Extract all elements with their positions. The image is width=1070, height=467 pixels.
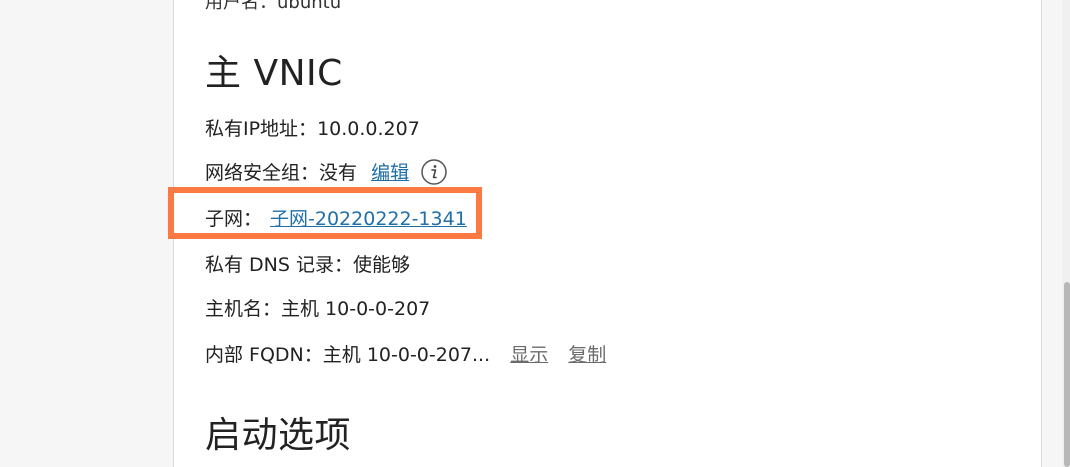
fqdn-show-link[interactable]: 显示 [510, 344, 548, 366]
private-ip-label: 私有IP地址： [205, 118, 318, 140]
hostname-row: 主机名：主机 10-0-0-207 [205, 296, 430, 322]
fqdn-value: 主机 10-0-0-207... [322, 344, 491, 366]
fqdn-copy-link[interactable]: 复制 [568, 344, 606, 366]
hostname-value: 主机 10-0-0-207 [281, 298, 431, 320]
private-dns-row: 私有 DNS 记录：使能够 [205, 252, 410, 278]
nsg-value: 没有 [319, 162, 358, 184]
primary-vnic-heading: 主 VNIC [205, 53, 343, 94]
page: 用户名：ubuntu 主 VNIC 私有IP地址：10.0.0.207 网络安全… [0, 0, 1070, 467]
private-ip-row: 私有IP地址：10.0.0.207 [205, 116, 420, 142]
info-icon[interactable] [421, 158, 447, 185]
private-dns-label: 私有 DNS 记录： [205, 254, 353, 276]
private-ip-value: 10.0.0.207 [317, 118, 420, 140]
nsg-row: 网络安全组：没有 编辑 [205, 158, 447, 186]
nsg-edit-link[interactable]: 编辑 [371, 162, 409, 184]
nsg-label: 网络安全组： [205, 162, 320, 184]
private-dns-value: 使能够 [352, 254, 410, 276]
scrollbar-thumb[interactable] [1064, 282, 1070, 467]
hostname-label: 主机名： [205, 298, 282, 320]
fqdn-row: 内部 FQDN：主机 10-0-0-207... 显示 复制 [205, 342, 606, 368]
fqdn-label: 内部 FQDN： [205, 344, 323, 366]
launch-options-heading: 启动选项 [205, 415, 352, 456]
highlight-annotation-box [168, 187, 482, 239]
username-row-partial: 用户名：ubuntu [205, 0, 342, 13]
